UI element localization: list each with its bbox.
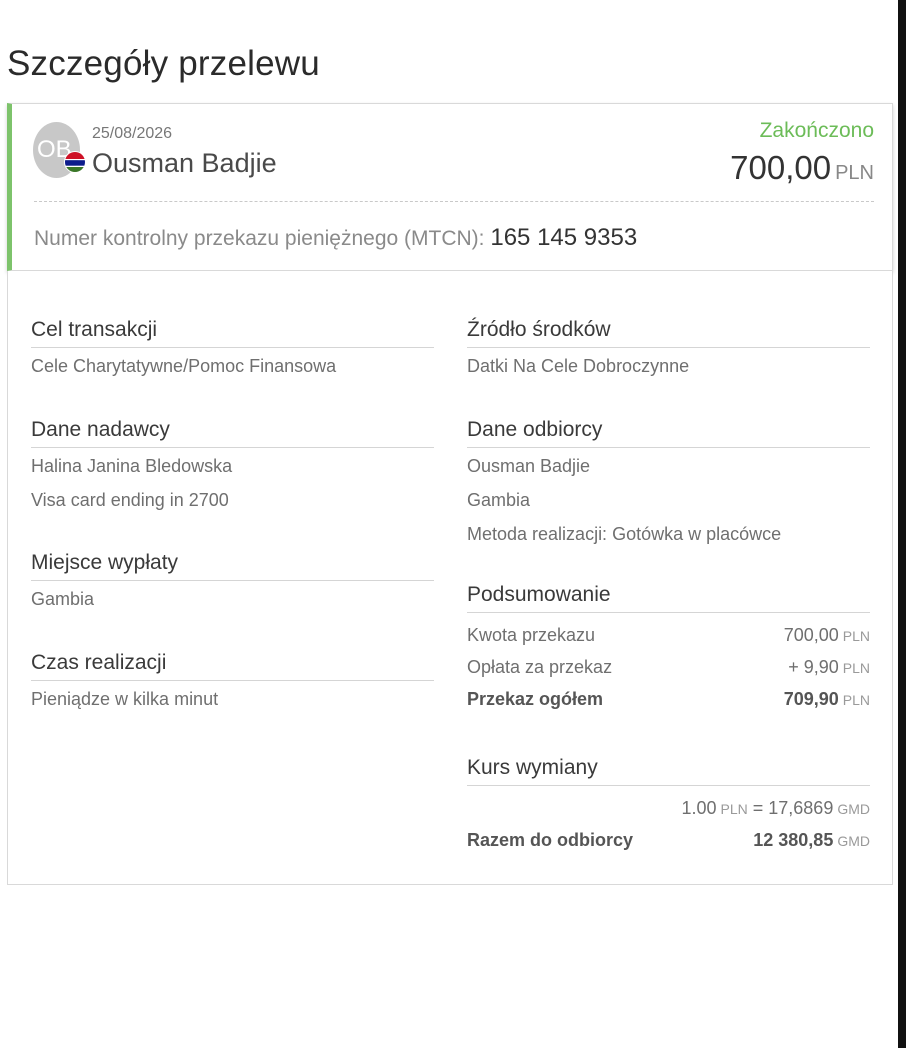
section-title: Miejsce wypłaty [31,551,434,581]
gambia-flag-icon [64,151,86,173]
row-amount: + 9,90 [788,657,839,677]
total-row: Przekaz ogółem 709,90 PLN [467,683,870,715]
amount-value: 700,00 [730,149,832,186]
row-currency: PLN [842,692,870,708]
recipient-name: Ousman Badjie [92,148,277,178]
section-title: Czas realizacji [31,651,434,681]
section-title: Dane nadawcy [31,418,434,448]
row-amount: 709,90 [783,689,839,709]
row-currency: PLN [842,660,870,676]
rate-from-currency: PLN [720,801,748,817]
status-badge: Zakończono [759,119,874,142]
page-title: Szczegóły przelewu [7,44,320,83]
rate-from: 1.00 [681,798,717,818]
transfer-amount-row: Kwota przekazu 700,00 PLN [467,619,870,651]
receiver-section: Dane odbiorcy Ousman Badjie Gambia Metod… [467,418,870,550]
mtcn-value: 165 145 9353 [490,224,638,251]
section-title: Kurs wymiany [467,756,870,786]
rate-to-currency: GMD [837,801,870,817]
section-title: Dane odbiorcy [467,418,870,448]
sender-name: Halina Janina Bledowska [31,456,233,476]
row-amount: 12 380,85 [753,830,834,850]
row-label: Przekaz ogółem [467,689,604,709]
row-currency: GMD [837,833,870,849]
row-label: Razem do odbiorcy [467,830,634,850]
transfer-amount: 700,00 PLN [730,149,874,187]
mtcn: Numer kontrolny przekazu pieniężnego (MT… [34,224,637,252]
source-section: Źródło środków Datki Na Cele Dobroczynne [467,318,870,382]
payout-section: Miejsce wypłaty Gambia [31,551,434,615]
row-label: Kwota przekazu [467,625,596,645]
delivery-value: Pieniądze w kilka minut [31,689,219,709]
sender-section: Dane nadawcy Halina Janina Bledowska Vis… [31,418,434,516]
receiver-name: Ousman Badjie [467,456,591,476]
screen-edge [898,0,906,1048]
dashed-divider [34,201,874,202]
sender-card: Visa card ending in 2700 [31,490,229,510]
receiver-method: Metoda realizacji: Gotówka w placówce [467,524,782,544]
exchange-rate-row: 1.00 PLN = 17,6869 GMD [467,792,870,824]
delivery-section: Czas realizacji Pieniądze w kilka minut [31,651,434,715]
recipient-total-row: Razem do odbiorcy 12 380,85 GMD [467,824,870,856]
receiver-country: Gambia [467,490,531,510]
exchange-section: Kurs wymiany 1.00 PLN = 17,6869 GMD Raze… [467,756,870,856]
row-label: Opłata za przekaz [467,657,613,677]
row-currency: PLN [842,628,870,644]
transfer-date: 25/08/2026 [92,125,173,142]
section-title: Podsumowanie [467,583,870,613]
transfer-details-card: Cel transakcji Cele Charytatywne/Pomoc F… [7,271,893,885]
section-title: Źródło środków [467,318,870,348]
purpose-value: Cele Charytatywne/Pomoc Finansowa [31,356,337,376]
amount-currency: PLN [835,162,874,184]
section-title: Cel transakcji [31,318,434,348]
fee-row: Opłata za przekaz + 9,90 PLN [467,651,870,683]
summary-section: Podsumowanie Kwota przekazu 700,00 PLN Op… [467,583,870,715]
purpose-section: Cel transakcji Cele Charytatywne/Pomoc F… [31,318,434,382]
payout-value: Gambia [31,589,95,609]
mtcn-label: Numer kontrolny przekazu pieniężnego (MT… [34,227,485,250]
rate-value: = 17,6869 [752,798,834,818]
row-amount: 700,00 [783,625,839,645]
source-value: Datki Na Cele Dobroczynne [467,356,690,376]
transfer-summary-card: OB 25/08/2026 Ousman Badjie Zakończono 7… [7,103,893,271]
